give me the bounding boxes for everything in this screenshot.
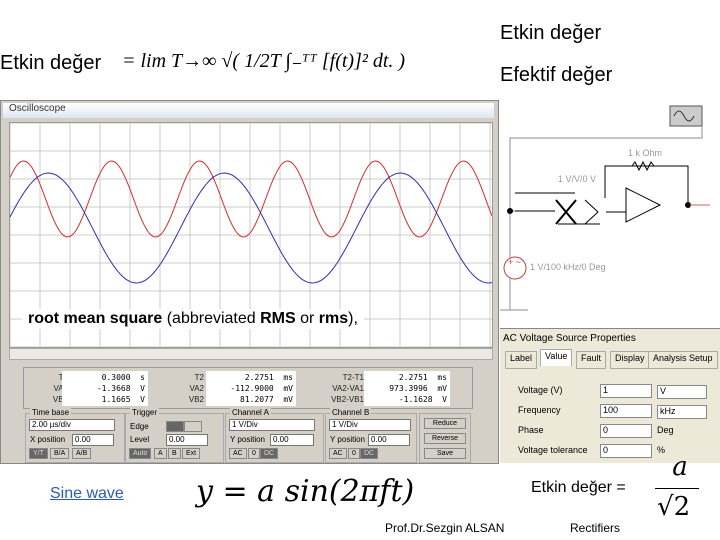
timebase-group: Time base 2.00 µs/div X position 0.00 Y/…: [25, 408, 125, 463]
horizontal-scrollbar[interactable]: [9, 348, 493, 360]
author: Prof.Dr.Sezgin ALSAN: [385, 521, 505, 535]
edge-falling-button[interactable]: [184, 421, 202, 432]
readout-labels-2: T2 VA2 VB2: [188, 373, 204, 404]
tab-label[interactable]: Label: [505, 351, 538, 369]
timebase-title: Time base: [30, 408, 72, 417]
rms-definition: root mean square (abbreviated RMS or rms…: [22, 309, 364, 329]
yt-button[interactable]: Y/T: [29, 448, 48, 459]
xpos-label: X position: [30, 435, 66, 444]
rms-text-4: or: [295, 310, 319, 327]
channel-b-zero-button[interactable]: 0: [348, 448, 360, 459]
rms-text-6: ),: [348, 310, 358, 327]
rms-abbr-upper: RMS: [260, 310, 296, 327]
dialog-field-unit: Deg: [657, 425, 674, 435]
channel-a-ypos-label: Y position: [230, 435, 265, 444]
xpos-input[interactable]: 0.00: [72, 434, 114, 446]
dialog-field-label: Voltage (V): [518, 385, 563, 395]
sine-wave-link[interactable]: Sine wave: [50, 485, 124, 503]
readout-values-1: 0.3000 s -1.3668 V 1.1665 V: [62, 371, 148, 406]
svg-text:+ ~: + ~: [508, 257, 521, 267]
right-label-efektif: Efektif değer: [500, 64, 613, 86]
channel-b-trace: [9, 172, 493, 284]
readouts-panel: T1 VA1 VB1 0.3000 s -1.3668 V 1.1665 V T…: [23, 367, 473, 409]
tab-display[interactable]: Display: [610, 351, 650, 369]
channel-a-trace: [9, 160, 493, 238]
fraction-numerator: a: [672, 452, 688, 482]
channel-a-title: Channel A: [230, 408, 271, 417]
channel-a-scale-input[interactable]: 1 V/Div: [229, 419, 315, 431]
channel-b-scale-input[interactable]: 1 V/Div: [329, 419, 411, 431]
edge-rising-button[interactable]: [166, 421, 184, 432]
fraction-bar: [655, 488, 699, 489]
dialog-title: AC Voltage Source Properties: [503, 333, 636, 344]
channel-a-ac-button[interactable]: AC: [229, 448, 247, 459]
fraction-denominator: √2: [657, 492, 691, 522]
tab-fault[interactable]: Fault: [576, 351, 607, 369]
channel-a-group: Channel A 1 V/Div Y position 0.00 AC 0 D…: [225, 408, 324, 463]
multiplier-label: 1 V/V/0 V: [558, 174, 596, 184]
channel-a-ypos-input[interactable]: 0.00: [270, 434, 314, 446]
trigger-auto-button[interactable]: Auto: [129, 448, 152, 459]
oscilloscope-instrument-icon: [669, 105, 703, 127]
circuit-diagram: + ~ 1 k Ohm 1 V/V/0 V 1 V/100 kHz/0 Deg: [495, 100, 720, 326]
trigger-group: Trigger Edge Level 0.00 Auto A B Ext: [125, 408, 224, 463]
dialog-field-unit[interactable]: kHz: [657, 405, 707, 419]
channel-b-ypos-label: Y position: [330, 435, 365, 444]
rms-text-2: (abbreviated: [162, 310, 261, 327]
source-label: 1 V/100 kHz/0 Deg: [530, 262, 606, 272]
channel-a-zero-button[interactable]: 0: [248, 448, 260, 459]
dialog-field-input[interactable]: 100: [600, 404, 652, 418]
reduce-button[interactable]: Reduce: [424, 418, 466, 429]
etkin-equation-label: Etkin değer =: [531, 479, 626, 496]
sine-formula: y = a sin(2πft): [196, 474, 415, 509]
channel-b-group: Channel B 1 V/Div Y position 0.00 AC 0 D…: [325, 408, 417, 463]
channel-a-dc-button[interactable]: DC: [260, 448, 279, 459]
edge-label: Edge: [130, 422, 149, 431]
oscilloscope-window: Oscilloscope T1 VA1 VB1 0.3000 s -1.3668…: [0, 100, 499, 464]
oscilloscope-titlebar[interactable]: Oscilloscope: [3, 103, 494, 118]
actions-group: Reduce Reverse Save: [419, 413, 471, 463]
save-button[interactable]: Save: [424, 448, 466, 459]
reverse-button[interactable]: Reverse: [424, 433, 466, 444]
level-label: Level: [130, 435, 150, 444]
dialog-field-label: Frequency: [518, 405, 561, 415]
channel-b-dc-button[interactable]: DC: [360, 448, 379, 459]
channel-b-title: Channel B: [330, 408, 372, 417]
trigger-ext-button[interactable]: Ext: [182, 448, 201, 459]
topic: Rectifiers: [570, 521, 621, 535]
channel-b-ac-button[interactable]: AC: [329, 448, 347, 459]
resistor-label: 1 k Ohm: [628, 148, 662, 158]
trigger-title: Trigger: [130, 408, 160, 417]
timebase-input[interactable]: 2.00 µs/div: [29, 419, 115, 431]
dialog-field-unit[interactable]: V: [657, 385, 707, 399]
dialog-field-input[interactable]: 0: [600, 424, 652, 438]
ba-button[interactable]: B/A: [50, 448, 70, 459]
rms-abbr-lower: rms: [318, 310, 349, 327]
right-label-etkin: Etkin değer: [500, 22, 602, 44]
dialog-field-label: Voltage tolerance: [518, 445, 588, 455]
channel-b-ypos-input[interactable]: 0.00: [368, 434, 410, 446]
level-input[interactable]: 0.00: [166, 434, 208, 446]
dialog-field-label: Phase: [518, 425, 544, 435]
ab-button[interactable]: A/B: [72, 448, 92, 459]
readout-labels-3: T2-T1 VA2-VA1 VB2-VB1: [331, 373, 364, 404]
dialog-field-input[interactable]: 1: [600, 384, 652, 398]
tab-analysis-setup[interactable]: Analysis Setup: [648, 351, 718, 369]
readout-values-3: 2.2751 ms 973.3996 mV -1.1628 V: [364, 371, 450, 406]
dialog-field-input[interactable]: 0: [600, 444, 652, 458]
readout-values-2: 2.2751 ms -112.9000 mV 81.2077 mV: [206, 371, 296, 406]
trigger-b-button[interactable]: B: [168, 448, 181, 459]
rms-term: root mean square: [28, 310, 163, 327]
oscilloscope-title: Oscilloscope: [9, 103, 66, 114]
ac-source-properties-dialog: AC Voltage Source Properties Label Value…: [500, 328, 720, 463]
trigger-a-button[interactable]: A: [154, 448, 167, 459]
tab-value[interactable]: Value: [540, 349, 573, 366]
rms-formula: = lim T→∞ √( 1/2T ∫₋ᵀᵀ [f(t)]² dt. ): [122, 50, 406, 72]
formula-label: Etkin değer: [0, 52, 102, 74]
